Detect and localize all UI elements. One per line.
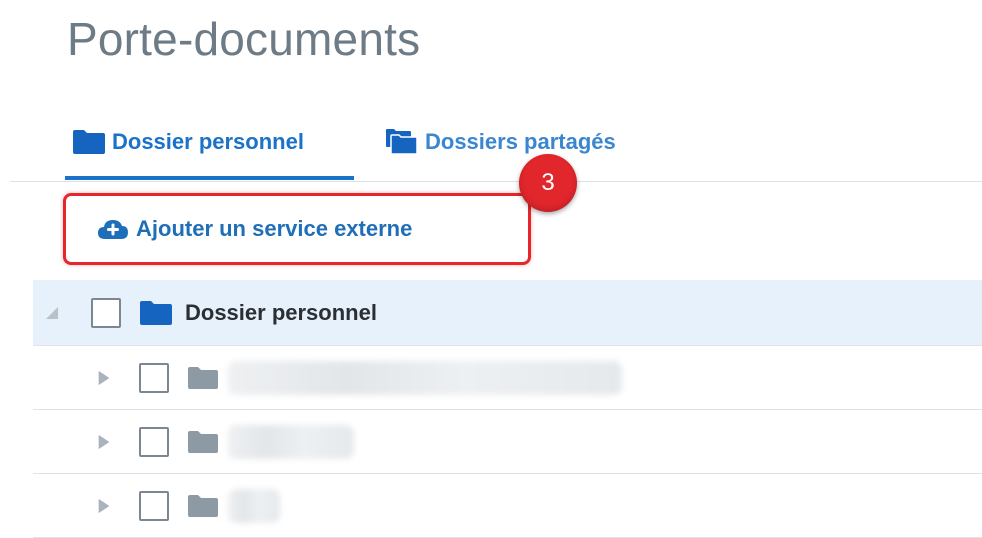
folder-icon [73, 130, 105, 154]
folder-icon [188, 430, 218, 453]
expand-triangle-icon[interactable] [97, 434, 111, 450]
tree-row-root[interactable]: Dossier personnel [33, 280, 982, 346]
folders-stack-icon [386, 129, 418, 155]
annotation-step-badge: 3 [519, 154, 577, 212]
tree-checkbox[interactable] [139, 362, 169, 393]
page-title: Porte-documents [67, 13, 421, 65]
folder-icon [140, 300, 172, 325]
cloud-upload-icon [98, 220, 128, 239]
expand-triangle-icon[interactable] [97, 498, 111, 514]
tab-dossiers-partages[interactable]: Dossiers partagés [385, 104, 616, 180]
tree-row[interactable] [33, 474, 982, 538]
tab-dossier-personnel[interactable]: Dossier personnel [65, 104, 354, 180]
tab-bar: Dossier personnel Dossiers partagés [65, 104, 765, 182]
tree-row[interactable] [33, 346, 982, 410]
add-external-service-button[interactable]: Ajouter un service externe [96, 216, 412, 242]
tab-divider [10, 181, 982, 182]
expand-triangle-icon[interactable] [97, 370, 111, 386]
tree-item-label-redacted [228, 424, 354, 459]
tree-row[interactable] [33, 410, 982, 474]
add-external-service-label: Ajouter un service externe [136, 216, 413, 241]
tree-checkbox[interactable] [139, 426, 169, 457]
folder-tree: Dossier personnel [33, 280, 982, 538]
folder-icon [188, 494, 218, 517]
tree-item-label-redacted [228, 360, 622, 395]
tree-root-label: Dossier personnel [185, 299, 377, 325]
tree-item-label-redacted [228, 488, 280, 523]
collapse-triangle-icon[interactable] [45, 305, 59, 321]
folder-icon [188, 366, 218, 389]
step-number: 3 [541, 169, 555, 196]
tree-checkbox[interactable] [91, 297, 121, 328]
tree-checkbox[interactable] [139, 490, 169, 521]
tab-label: Dossiers partagés [425, 129, 616, 154]
tab-label: Dossier personnel [112, 129, 304, 154]
